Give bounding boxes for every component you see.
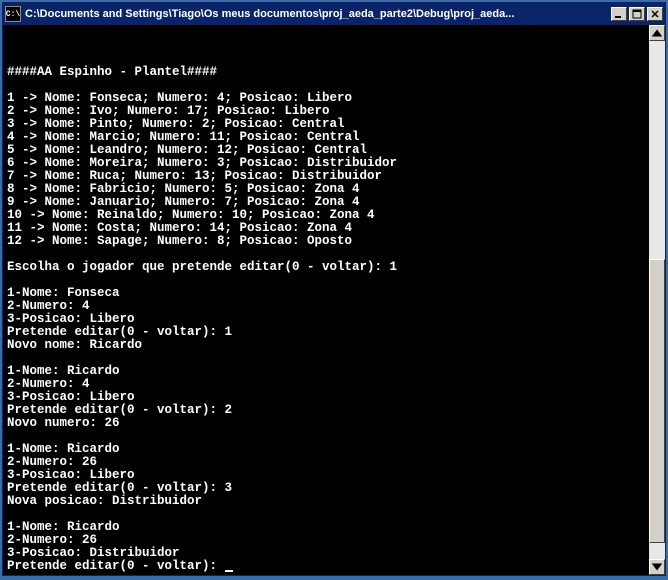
app-icon: C:\	[5, 6, 21, 22]
roster-line: 5 -> Nome: Leandro; Numero: 12; Posicao:…	[7, 143, 367, 157]
roster-line: 7 -> Nome: Ruca; Numero: 13; Posicao: Di…	[7, 169, 382, 183]
edit-line: 1-Nome: Ricardo	[7, 520, 120, 534]
cursor-icon	[225, 570, 233, 572]
roster-line: 8 -> Nome: Fabricio; Numero: 5; Posicao:…	[7, 182, 360, 196]
chevron-up-icon	[650, 26, 664, 40]
edit-line: 2-Numero: 26	[7, 533, 97, 547]
blank-line	[7, 52, 15, 66]
blank-line	[7, 247, 15, 261]
edit-line: Novo nome: Ricardo	[7, 338, 142, 352]
vertical-scrollbar[interactable]	[649, 25, 665, 575]
blank-line	[7, 351, 15, 365]
edit-line: 1-Nome: Fonseca	[7, 286, 120, 300]
chevron-down-icon	[650, 560, 664, 574]
edit-line: 3-Posicao: Libero	[7, 312, 135, 326]
console-window: C:\ C:\Documents and Settings\Tiago\Os m…	[2, 2, 666, 576]
edit-line: Novo numero: 26	[7, 416, 120, 430]
edit-line: Pretende editar(0 - voltar): 3	[7, 481, 232, 495]
edit-line: Nova posicao: Distribuidor	[7, 494, 202, 508]
prompt-line: Pretende editar(0 - voltar):	[7, 559, 225, 573]
blank-line	[7, 429, 15, 443]
roster-line: 2 -> Nome: Ivo; Numero: 17; Posicao: Lib…	[7, 104, 330, 118]
edit-line: 2-Numero: 26	[7, 455, 97, 469]
roster-line: 12 -> Nome: Sapage; Numero: 8; Posicao: …	[7, 234, 352, 248]
window-title: C:\Documents and Settings\Tiago\Os meus …	[25, 8, 611, 20]
close-button[interactable]	[647, 7, 663, 21]
scroll-down-button[interactable]	[649, 559, 665, 575]
edit-line: 2-Numero: 4	[7, 299, 90, 313]
prompt-select-line: Escolha o jogador que pretende editar(0 …	[7, 260, 397, 274]
scroll-thumb[interactable]	[649, 259, 665, 544]
roster-line: 1 -> Nome: Fonseca; Numero: 4; Posicao: …	[7, 91, 352, 105]
roster-line: 6 -> Nome: Moreira; Numero: 3; Posicao: …	[7, 156, 397, 170]
roster-line: 10 -> Nome: Reinaldo; Numero: 10; Posica…	[7, 208, 375, 222]
console-text: ####AA Espinho - Plantel#### 1 -> Nome: …	[7, 53, 643, 573]
console-output: ####AA Espinho - Plantel#### 1 -> Nome: …	[3, 25, 665, 575]
scroll-track[interactable]	[649, 41, 665, 559]
blank-line	[7, 273, 15, 287]
edit-line: 1-Nome: Ricardo	[7, 442, 120, 456]
scroll-up-button[interactable]	[649, 25, 665, 41]
roster-line: 4 -> Nome: Marcio; Numero: 11; Posicao: …	[7, 130, 360, 144]
edit-line: 1-Nome: Ricardo	[7, 364, 120, 378]
titlebar[interactable]: C:\ C:\Documents and Settings\Tiago\Os m…	[3, 3, 665, 25]
window-controls	[611, 7, 663, 21]
minimize-button[interactable]	[611, 7, 627, 21]
edit-line: 3-Posicao: Libero	[7, 390, 135, 404]
edit-line: Pretende editar(0 - voltar): 1	[7, 325, 232, 339]
edit-line: 3-Posicao: Distribuidor	[7, 546, 180, 560]
blank-line	[7, 78, 15, 92]
edit-line: Pretende editar(0 - voltar): 2	[7, 403, 232, 417]
roster-line: 11 -> Nome: Costa; Numero: 14; Posicao: …	[7, 221, 352, 235]
roster-line: 3 -> Nome: Pinto; Numero: 2; Posicao: Ce…	[7, 117, 345, 131]
blank-line	[7, 507, 15, 521]
roster-line: 9 -> Nome: Januario; Numero: 7; Posicao:…	[7, 195, 360, 209]
edit-line: 3-Posicao: Libero	[7, 468, 135, 482]
edit-line: 2-Numero: 4	[7, 377, 90, 391]
maximize-button[interactable]	[629, 7, 645, 21]
header-line: ####AA Espinho - Plantel####	[7, 65, 217, 79]
